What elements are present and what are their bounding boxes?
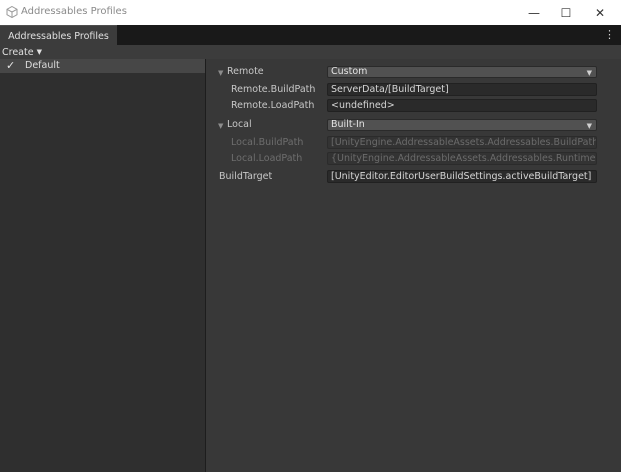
profile-item-default[interactable]: ✓ Default xyxy=(0,59,205,73)
local-mode-dropdown[interactable]: Built-In ▼ xyxy=(327,119,597,131)
local-group-label[interactable]: Local xyxy=(227,119,252,130)
local-foldout-arrow-icon[interactable]: ▼ xyxy=(218,122,223,130)
build-target-field[interactable]: [UnityEditor.EditorUserBuildSettings.act… xyxy=(327,170,597,183)
profile-name: Default xyxy=(25,60,60,71)
chevron-down-icon: ▼ xyxy=(586,122,592,130)
profile-settings-panel: ▼ Remote Custom ▼ Remote.BuildPath Serve… xyxy=(206,59,621,472)
remote-mode-dropdown[interactable]: Custom ▼ xyxy=(327,66,597,78)
build-target-label: BuildTarget xyxy=(219,171,273,182)
unity-logo-icon xyxy=(6,6,18,18)
close-icon: ✕ xyxy=(594,5,606,20)
create-dropdown-button[interactable]: Create ▼ xyxy=(2,46,42,58)
remote-group-label[interactable]: Remote xyxy=(227,66,264,77)
chevron-down-icon: ▼ xyxy=(586,69,592,77)
remote-foldout-arrow-icon[interactable]: ▼ xyxy=(218,69,223,77)
remote-build-path-field[interactable]: ServerData/[BuildTarget] xyxy=(327,83,597,96)
remote-build-path-label: Remote.BuildPath xyxy=(231,84,316,95)
local-mode-value: Built-In xyxy=(331,119,365,130)
remote-mode-value: Custom xyxy=(331,66,368,77)
create-label: Create xyxy=(2,46,34,58)
tab-label: Addressables Profiles xyxy=(8,30,109,42)
tab-addressables-profiles[interactable]: Addressables Profiles xyxy=(0,25,117,46)
local-build-path-field: [UnityEngine.AddressableAssets.Addressab… xyxy=(327,136,597,149)
window-title: Addressables Profiles xyxy=(21,6,127,17)
tab-bar: Addressables Profiles ⋮ xyxy=(0,25,621,46)
chevron-down-icon: ▼ xyxy=(36,48,42,56)
toolbar: Create ▼ xyxy=(0,45,621,59)
minimize-button[interactable]: — xyxy=(518,0,550,25)
remote-load-path-field[interactable]: <undefined> xyxy=(327,99,597,112)
window-titlebar: Addressables Profiles — ☐ ✕ xyxy=(0,0,621,25)
remote-load-path-label: Remote.LoadPath xyxy=(231,100,315,111)
more-options-icon[interactable]: ⋮ xyxy=(604,28,615,41)
close-button[interactable]: ✕ xyxy=(584,0,616,25)
minimize-icon: — xyxy=(528,5,540,20)
local-build-path-label: Local.BuildPath xyxy=(231,137,304,148)
checkmark-icon: ✓ xyxy=(6,59,16,72)
local-load-path-label: Local.LoadPath xyxy=(231,153,303,164)
maximize-button[interactable]: ☐ xyxy=(550,0,582,25)
maximize-icon: ☐ xyxy=(560,5,572,20)
profiles-list: ✓ Default xyxy=(0,59,205,472)
local-load-path-field: {UnityEngine.AddressableAssets.Addressab… xyxy=(327,152,597,165)
